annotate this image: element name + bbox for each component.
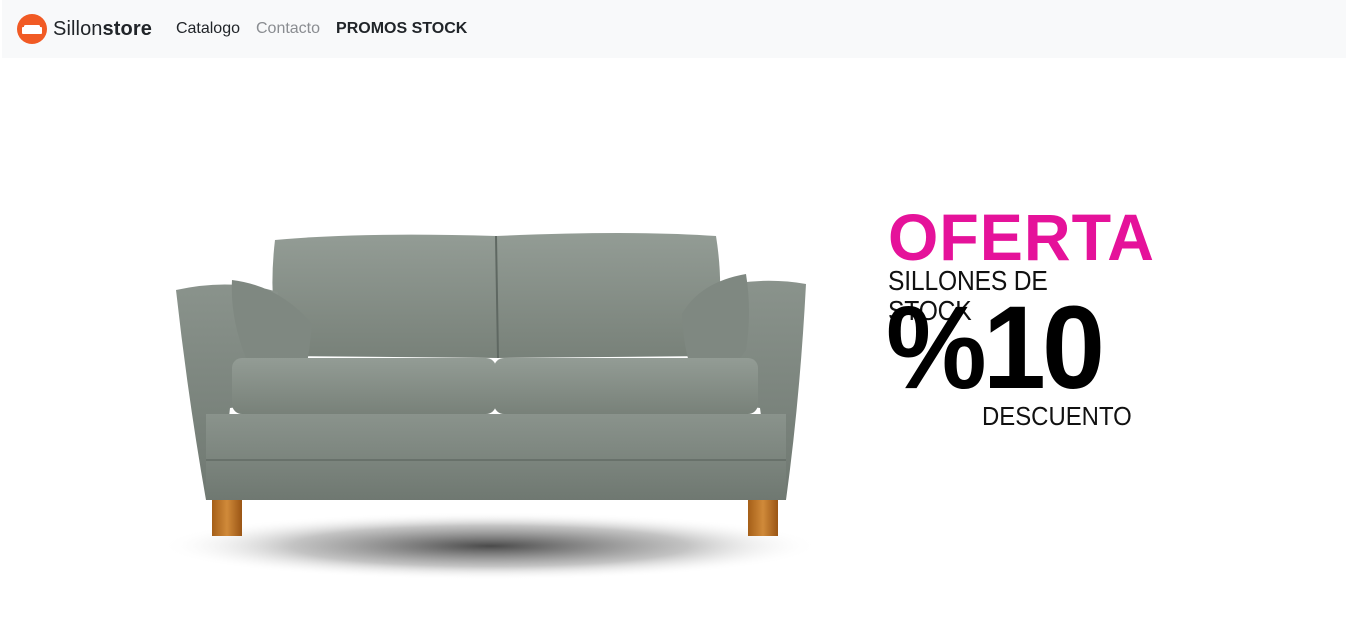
promo-banner: OFERTA SILLONES DE STOCK %10 DESCUENTO bbox=[886, 200, 1158, 444]
brand-name-bold: store bbox=[102, 17, 152, 40]
sofa-icon bbox=[17, 14, 47, 44]
promo-discount-label: DESCUENTO bbox=[982, 401, 1132, 431]
promo-title: OFERTA bbox=[888, 200, 1155, 274]
brand-link[interactable]: Sillonstore bbox=[17, 14, 152, 44]
brand-name: Sillonstore bbox=[53, 18, 152, 41]
nav-link-promos-stock[interactable]: PROMOS STOCK bbox=[336, 20, 467, 38]
nav-link-contacto[interactable]: Contacto bbox=[256, 20, 320, 38]
promo-discount: %10 bbox=[886, 282, 1105, 414]
nav-links: Catalogo Contacto PROMOS STOCK bbox=[176, 20, 467, 38]
nav-link-catalogo[interactable]: Catalogo bbox=[176, 20, 240, 38]
sofa-image bbox=[160, 228, 830, 598]
navbar: Sillonstore Catalogo Contacto PROMOS STO… bbox=[2, 0, 1346, 58]
hero-banner: OFERTA SILLONES DE STOCK %10 DESCUENTO bbox=[0, 58, 1346, 619]
brand-name-light: Sillon bbox=[53, 17, 103, 40]
